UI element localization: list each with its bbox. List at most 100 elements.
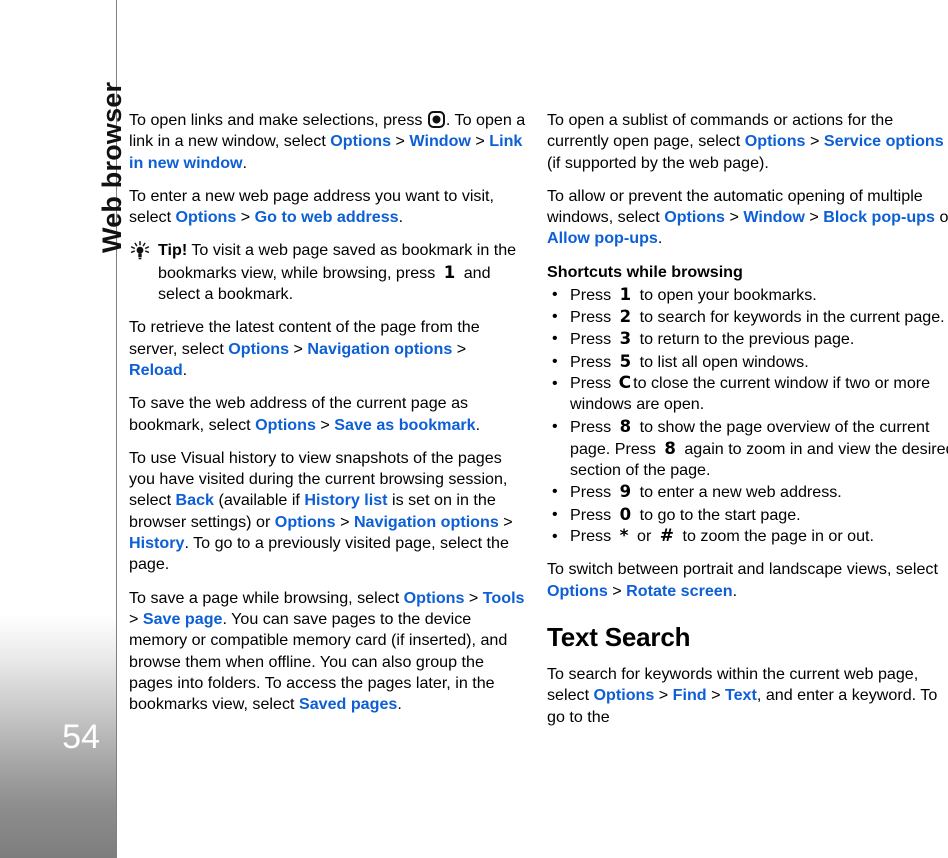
- shortcut-text: to open your bookmarks.: [639, 285, 817, 304]
- list-item: • Press 0 to go to the start page.: [547, 504, 948, 526]
- path-separator: >: [452, 339, 467, 358]
- ui-path-block-popups: Block pop-ups: [823, 208, 935, 227]
- chapter-title: Web browser: [97, 81, 127, 253]
- text-fragment: (if supported by the web page).: [547, 153, 769, 172]
- list-item: • Press 5 to list all open windows.: [547, 351, 948, 373]
- press-label: Press: [570, 285, 612, 304]
- ui-path-history: History: [129, 534, 185, 553]
- keypad-key-9: 9: [619, 482, 632, 502]
- list-item: • Press 8 to show the page overview of th…: [547, 416, 948, 482]
- path-separator: >: [236, 208, 255, 227]
- ui-path-navigation-options: Navigation options: [353, 512, 499, 531]
- press-label: Press: [570, 527, 612, 546]
- page-number: 54: [62, 718, 100, 756]
- keypad-key-3: 3: [619, 329, 632, 349]
- left-text-column: To open links and make selections, press…: [129, 110, 527, 727]
- ui-path-save-as-bookmark: Save as bookmark: [334, 415, 476, 434]
- text-fragment: .: [475, 415, 481, 434]
- keypad-key-2: 2: [619, 307, 632, 327]
- text-fragment: To open links and make selections, press: [129, 111, 423, 129]
- tip-label: Tip!: [158, 241, 188, 260]
- path-separator: >: [289, 339, 308, 358]
- shortcut-text: to zoom the page in or out.: [682, 527, 874, 546]
- paragraph-rotate-screen: To switch between portrait and landscape…: [547, 559, 948, 602]
- bullet-icon: •: [552, 505, 558, 523]
- ui-path-options: Options: [175, 208, 237, 227]
- ui-path-go-to-web-address: Go to web address: [254, 208, 399, 227]
- path-separator: >: [805, 132, 824, 151]
- list-item: • Press 1 to open your bookmarks.: [547, 284, 948, 306]
- ui-path-options: Options: [330, 132, 392, 151]
- press-label: Press: [570, 483, 612, 502]
- tip-block: Tip! To visit a web page saved as bookma…: [129, 240, 527, 305]
- ui-path-window: Window: [743, 208, 805, 227]
- text-fragment: (available if: [214, 491, 305, 510]
- bullet-icon: •: [552, 374, 558, 392]
- shortcut-text: to search for keywords in the current pa…: [639, 308, 945, 327]
- bullet-icon: •: [552, 285, 558, 303]
- keypad-key-1: 1: [443, 262, 456, 282]
- ui-path-window: Window: [409, 132, 471, 151]
- bullet-icon: •: [552, 330, 558, 348]
- press-label: Press: [570, 330, 612, 349]
- ui-path-find: Find: [672, 686, 707, 705]
- text-fragment: To save a page while browsing, select: [129, 588, 404, 607]
- text-fragment: .: [732, 581, 738, 600]
- paragraph-reload: To retrieve the latest content of the pa…: [129, 317, 527, 381]
- path-separator: >: [498, 512, 513, 531]
- text-fragment: .: [397, 695, 402, 714]
- bullet-icon: •: [552, 528, 558, 546]
- text-fragment: .: [182, 360, 188, 379]
- scroll-select-key-icon: [427, 111, 445, 128]
- list-item: • Press 2 to search for keywords in the c…: [547, 306, 948, 328]
- ui-path-history-list: History list: [304, 491, 388, 510]
- keypad-key-0: 0: [619, 504, 632, 524]
- ui-path-options: Options: [547, 581, 608, 600]
- path-separator: >: [724, 208, 744, 227]
- ui-path-saved-pages: Saved pages: [298, 695, 398, 714]
- shortcuts-list: • Press 1 to open your bookmarks. • Press …: [547, 284, 948, 548]
- section-heading-text-search: Text Search: [547, 621, 691, 652]
- paragraph-popups: To allow or prevent the automatic openin…: [547, 186, 948, 250]
- ui-path-service-options: Service options: [823, 132, 944, 151]
- path-separator: >: [470, 132, 490, 151]
- keypad-key-hash: #: [659, 526, 675, 547]
- path-separator: >: [391, 132, 410, 151]
- ui-path-back: Back: [175, 491, 214, 510]
- lightbulb-icon: [129, 241, 151, 261]
- text-fragment: To switch between portrait and landscape…: [547, 560, 938, 579]
- ui-path-save-page: Save page: [142, 609, 223, 628]
- text-fragment: To visit a web page saved as bookmark in…: [158, 241, 517, 282]
- ui-path-options: Options: [593, 686, 655, 705]
- ui-path-options: Options: [744, 132, 806, 151]
- ui-path-options: Options: [274, 512, 336, 531]
- list-item: • Press 3 to return to the previous page.: [547, 328, 948, 350]
- shortcut-text: to return to the previous page.: [639, 330, 855, 349]
- shortcuts-heading: Shortcuts while browsing: [547, 262, 743, 281]
- clear-key-icon: C: [618, 372, 632, 393]
- chapter-sidebar: Web browser 54: [0, 0, 127, 858]
- paragraph-service-options: To open a sublist of commands or actions…: [547, 110, 948, 174]
- ui-path-rotate-screen: Rotate screen: [626, 581, 733, 600]
- ui-path-text: Text: [724, 686, 757, 705]
- shortcut-text: to enter a new web address.: [639, 483, 842, 502]
- text-fragment: .: [242, 153, 248, 172]
- bullet-icon: •: [552, 483, 558, 501]
- path-separator: >: [804, 208, 824, 227]
- paragraph-open-links: To open links and make selections, press…: [129, 110, 527, 174]
- bullet-icon: •: [552, 417, 558, 435]
- press-label: Press: [570, 373, 612, 392]
- ui-path-options: Options: [664, 208, 725, 227]
- keypad-key-1: 1: [619, 284, 632, 304]
- list-item: • Press Cto close the current window if t…: [547, 373, 948, 416]
- press-label: Press: [570, 308, 612, 327]
- path-separator: >: [607, 581, 627, 600]
- text-fragment: or: [939, 208, 948, 227]
- path-separator: >: [654, 686, 673, 705]
- path-separator: >: [706, 686, 725, 705]
- keypad-key-8: 8: [664, 438, 676, 458]
- list-item: • Press 9 to enter a new web address.: [547, 481, 948, 503]
- paragraph-visual-history: To use Visual history to view snapshots …: [129, 448, 527, 576]
- paragraph-enter-address: To enter a new web page address you want…: [129, 186, 527, 229]
- ui-path-reload: Reload: [129, 360, 183, 379]
